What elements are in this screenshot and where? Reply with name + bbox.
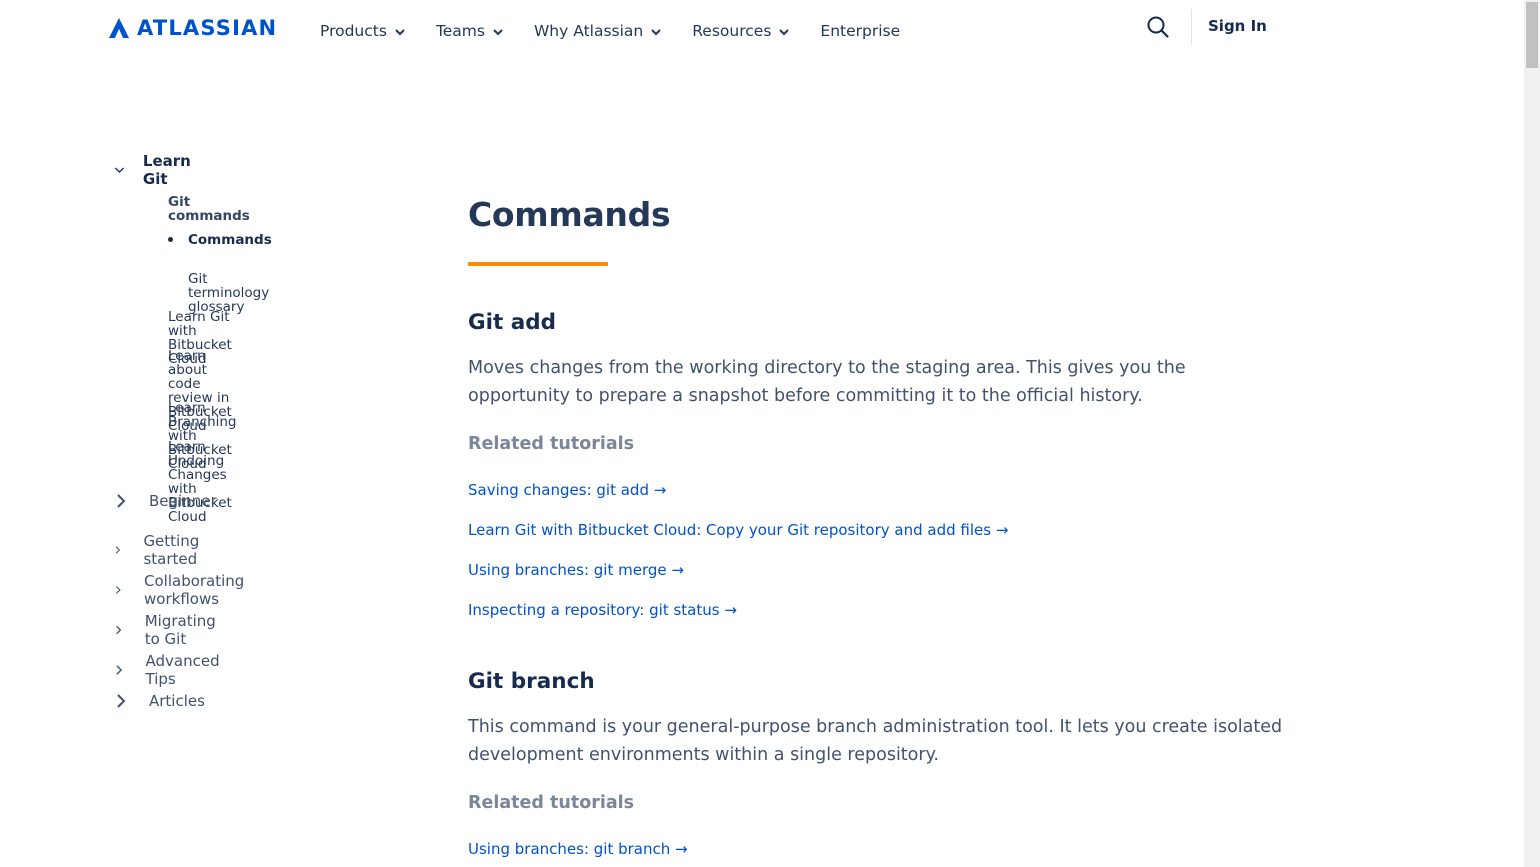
sidebar-item-glossary[interactable]: Git terminology glossary xyxy=(188,272,269,314)
chevron-right-icon xyxy=(117,694,126,708)
atlassian-logo-icon xyxy=(109,18,129,38)
tutorial-link[interactable]: Inspecting a repository: git status → xyxy=(468,600,737,620)
sidebar-item-getting-started[interactable]: Getting started xyxy=(114,532,205,568)
search-icon xyxy=(1147,16,1169,38)
tutorial-link[interactable]: Using branches: git branch → xyxy=(468,839,688,859)
main-nav: Products Teams Why Atlassian Resources E… xyxy=(320,20,900,42)
scrollbar-thumb[interactable] xyxy=(1526,2,1538,68)
nav-label: Teams xyxy=(435,22,485,40)
active-bullet xyxy=(168,237,173,242)
site-header: ATLASSIAN Products Teams Why Atlassian R… xyxy=(0,0,1524,60)
sidebar-item-label: Articles xyxy=(149,692,205,710)
atlassian-logo[interactable]: ATLASSIAN xyxy=(108,15,277,41)
chevron-down-icon xyxy=(779,22,790,40)
chevron-down-icon xyxy=(651,22,661,40)
chevron-right-icon xyxy=(116,665,123,675)
nav-why-atlassian[interactable]: Why Atlassian xyxy=(534,20,661,42)
chevron-right-icon xyxy=(115,546,121,554)
nav-label: Resources xyxy=(692,22,772,40)
page-title: Commands xyxy=(468,195,671,234)
sidebar-item-label: Cloud xyxy=(168,509,207,525)
sidebar-item-git-commands[interactable]: Git commands xyxy=(168,195,250,223)
sign-in-link[interactable]: Sign In xyxy=(1208,17,1267,35)
chevron-right-icon xyxy=(115,586,121,594)
sidebar-item-label: Migrating to Git xyxy=(144,612,216,648)
sidebar-item-learn-git[interactable]: Learn Git xyxy=(114,152,196,188)
tutorial-link[interactable]: Using branches: git merge → xyxy=(468,560,684,580)
sidebar-item-undoing[interactable]: Learn Undoing Changes with Bitbucket Clo… xyxy=(168,440,232,524)
section-description: This command is your general-purpose bra… xyxy=(468,713,1288,769)
chevron-right-icon xyxy=(117,494,126,508)
section-description: Moves changes from the working directory… xyxy=(468,354,1288,410)
search-button[interactable] xyxy=(1146,15,1170,39)
sidebar-item-commands[interactable]: Commands xyxy=(188,233,272,247)
description-line: This command is your general-purpose bra… xyxy=(468,717,1283,737)
chevron-right-icon xyxy=(116,625,122,635)
nav-label: Enterprise xyxy=(820,22,901,40)
sidebar-item-migrating-to-git[interactable]: Migrating to Git xyxy=(114,612,220,648)
nav-enterprise[interactable]: Enterprise xyxy=(820,20,900,42)
sidebar-item-label: Advanced Tips xyxy=(145,652,220,688)
nav-products[interactable]: Products xyxy=(320,20,405,42)
title-underline xyxy=(468,262,608,266)
page-scrollbar[interactable] xyxy=(1524,0,1540,867)
sidebar-item-advanced-tips[interactable]: Advanced Tips xyxy=(114,652,223,688)
related-tutorials-heading: Related tutorials xyxy=(468,434,635,454)
sidebar-item-beginner[interactable]: Beginner xyxy=(114,492,217,510)
tutorial-link[interactable]: Learn Git with Bitbucket Cloud: Copy you… xyxy=(468,520,1008,540)
chevron-down-icon xyxy=(114,167,125,174)
sidebar-item-label: Getting started xyxy=(143,532,200,568)
nav-teams[interactable]: Teams xyxy=(436,20,503,42)
sidebar-item-label: Beginner xyxy=(149,492,217,510)
section-heading-git-add: Git add xyxy=(468,310,557,335)
section-heading-git-branch: Git branch xyxy=(468,669,595,694)
description-line: opportunity to prepare a snapshot before… xyxy=(468,386,1143,406)
sidebar-item-label: Collaborating workflows xyxy=(144,572,245,608)
chevron-down-icon xyxy=(395,22,405,40)
related-tutorials-heading: Related tutorials xyxy=(468,793,635,813)
chevron-down-icon xyxy=(493,22,503,40)
sidebar-item-collaborating-workflows[interactable]: Collaborating workflows xyxy=(114,572,249,608)
logo-wordmark: ATLASSIAN xyxy=(137,16,278,40)
sidebar-item-articles[interactable]: Articles xyxy=(114,692,205,710)
nav-resources[interactable]: Resources xyxy=(692,20,790,42)
header-divider xyxy=(1191,9,1192,45)
sidebar-item-label: Learn Git xyxy=(142,152,191,188)
description-line: Moves changes from the working directory… xyxy=(468,358,1186,378)
nav-label: Products xyxy=(320,22,387,40)
tutorial-link[interactable]: Saving changes: git add → xyxy=(468,480,666,500)
description-line: development environments within a single… xyxy=(468,745,939,765)
nav-label: Why Atlassian xyxy=(533,22,644,40)
